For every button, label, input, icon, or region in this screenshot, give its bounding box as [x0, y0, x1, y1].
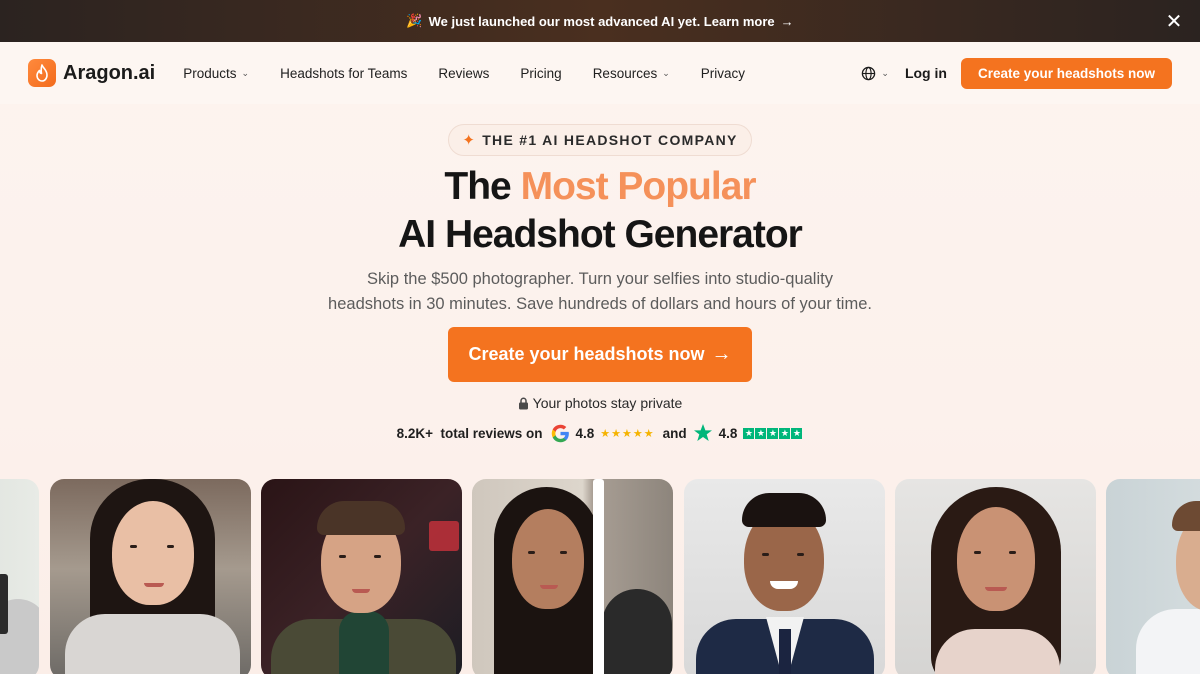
- nav-resources[interactable]: Resources ⌄: [593, 66, 670, 81]
- and-text: and: [662, 425, 687, 441]
- nav-reviews[interactable]: Reviews: [438, 66, 489, 81]
- close-icon[interactable]: ✕: [1164, 11, 1184, 33]
- nav-headshots-for-teams[interactable]: Headshots for Teams: [280, 66, 407, 81]
- logo-text: Aragon.ai: [63, 61, 156, 84]
- before-after-divider[interactable]: [593, 479, 604, 674]
- headshot-carousel: [0, 479, 1200, 674]
- arrow-right-icon: →: [780, 13, 794, 29]
- trustpilot-star: ★: [743, 427, 755, 439]
- trustpilot-rating: 4.8: [718, 425, 738, 441]
- privacy-note: Your photos stay private: [0, 395, 1200, 411]
- login-link[interactable]: Log in: [905, 65, 947, 81]
- main-nav: Aragon.ai Products ⌄ Headshots for Teams…: [0, 42, 1200, 104]
- arrow-right-icon: →: [711, 343, 732, 365]
- nav-reviews-label: Reviews: [438, 65, 490, 81]
- badge-text: THE #1 AI HEADSHOT COMPANY: [482, 132, 738, 148]
- photo-man-neon-bar: [261, 479, 462, 674]
- trustpilot-star: ★: [755, 427, 767, 439]
- nav-products-label: Products: [183, 65, 237, 81]
- nav-create-headshots-button[interactable]: Create your headshots now: [960, 57, 1172, 89]
- trustpilot-star: ★: [767, 427, 779, 439]
- google-icon: [551, 424, 569, 442]
- nav-resources-label: Resources: [592, 65, 658, 81]
- subtitle-line1: Skip the $500 photographer. Turn your se…: [367, 270, 833, 288]
- lock-icon: [518, 397, 529, 410]
- hero: ✦ THE #1 AI HEADSHOT COMPANY The Most Po…: [0, 104, 1200, 443]
- reviews-summary: 8.2K+ total reviews on 4.8 ★★★★★ and 4.8…: [0, 423, 1200, 443]
- google-rating: 4.8: [575, 425, 595, 441]
- trustpilot-stars: ★ ★ ★ ★ ★: [743, 427, 803, 439]
- announcement-bar[interactable]: 🎉 We just launched our most advanced AI …: [0, 0, 1200, 42]
- nav-privacy[interactable]: Privacy: [701, 66, 745, 81]
- page-title: The Most Popular AI Headshot Generator: [0, 163, 1200, 259]
- nav-pricing-label: Pricing: [520, 65, 562, 81]
- photo-woman-before-after: [472, 479, 673, 674]
- nav-teams-label: Headshots for Teams: [280, 65, 408, 81]
- cta-label: Create your headshots now: [468, 344, 705, 364]
- photo-man-suit-headshot: [684, 479, 885, 674]
- photo-selfie-partial: [0, 479, 39, 674]
- subtitle: Skip the $500 photographer. Turn your se…: [0, 267, 1200, 317]
- chevron-down-icon: ⌄: [881, 67, 889, 78]
- title-part1: The: [444, 165, 521, 208]
- logo[interactable]: Aragon.ai: [28, 59, 155, 87]
- photo-woman-street-selfie: [50, 479, 251, 674]
- nav-right: ⌄ Log in Create your headshots now: [861, 57, 1172, 89]
- party-icon: 🎉: [406, 13, 423, 28]
- photo-woman-studio-headshot: [895, 479, 1096, 674]
- hero-create-headshots-button[interactable]: Create your headshots now →: [448, 327, 752, 382]
- subtitle-line2: headshots in 30 minutes. Save hundreds o…: [328, 295, 872, 313]
- announcement-text[interactable]: We just launched our most advanced AI ye…: [429, 14, 775, 29]
- sparkle-icon: ✦: [462, 132, 477, 149]
- nav-products[interactable]: Products ⌄: [183, 66, 249, 81]
- title-accent: Most Popular: [520, 165, 757, 208]
- chevron-down-icon: ⌄: [662, 67, 670, 78]
- title-line2: AI Headshot Generator: [398, 213, 803, 256]
- nav-links: Products ⌄ Headshots for Teams Reviews P…: [183, 66, 776, 81]
- google-stars: ★★★★★: [600, 427, 655, 440]
- chevron-down-icon: ⌄: [241, 67, 250, 78]
- flame-logo-icon: [28, 59, 56, 87]
- nav-pricing[interactable]: Pricing: [520, 66, 561, 81]
- badge-pill: ✦ THE #1 AI HEADSHOT COMPANY: [448, 124, 752, 156]
- reviews-count-text: 8.2K+ total reviews on: [396, 425, 543, 441]
- language-selector[interactable]: ⌄: [861, 66, 889, 81]
- privacy-text: Your photos stay private: [532, 395, 683, 411]
- trustpilot-star: ★: [779, 427, 791, 439]
- globe-icon: [862, 66, 876, 80]
- photo-man-partial: [1106, 479, 1200, 674]
- trustpilot-star: ★: [791, 427, 803, 439]
- trustpilot-star-icon: [693, 424, 712, 441]
- nav-privacy-label: Privacy: [700, 65, 746, 81]
